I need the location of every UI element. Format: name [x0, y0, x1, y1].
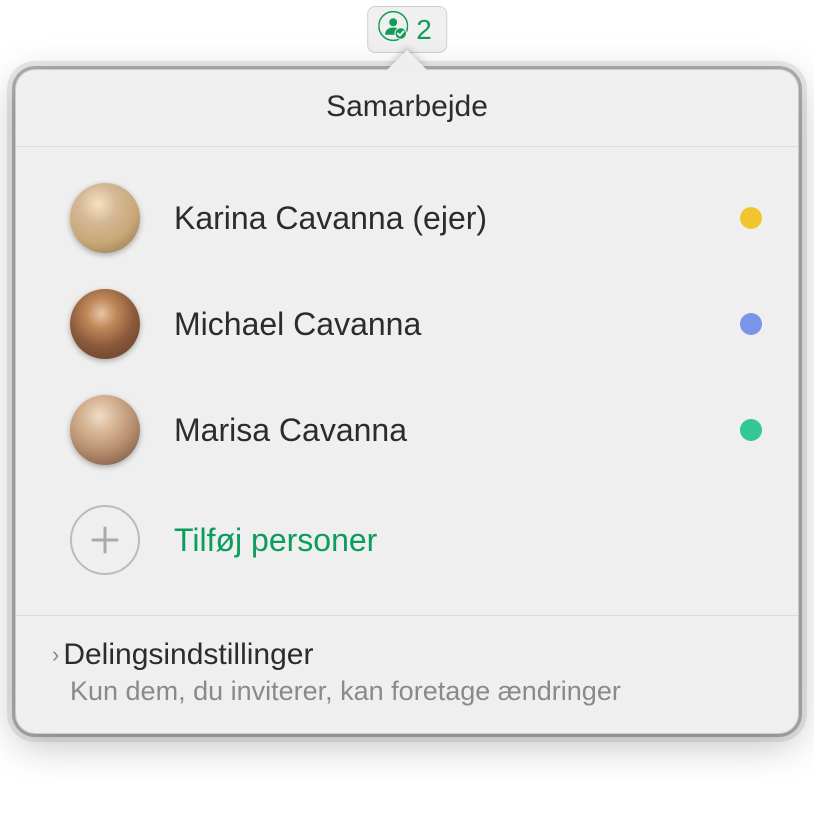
participant-row[interactable]: Michael Cavanna: [70, 271, 762, 377]
popover-arrow: [387, 50, 427, 70]
add-people-button[interactable]: Tilføj personer: [70, 483, 762, 605]
status-dot: [740, 207, 762, 229]
avatar: [70, 183, 140, 253]
sharing-settings-button[interactable]: › Delingsindstillinger Kun dem, du invit…: [16, 615, 798, 733]
avatar: [70, 289, 140, 359]
status-dot: [740, 313, 762, 335]
collaboration-popover: Samarbejde Karina Cavanna (ejer) Michael…: [15, 50, 799, 734]
plus-icon: [70, 505, 140, 575]
add-people-label: Tilføj personer: [174, 522, 377, 559]
participant-list: Karina Cavanna (ejer) Michael Cavanna Ma…: [16, 147, 798, 615]
sharing-settings-title: Delingsindstillinger: [63, 638, 313, 672]
person-check-icon: [378, 11, 408, 48]
status-dot: [740, 419, 762, 441]
participant-name: Karina Cavanna (ejer): [174, 200, 706, 237]
collaboration-trigger-button[interactable]: 2: [367, 6, 447, 53]
participant-row[interactable]: Karina Cavanna (ejer): [70, 165, 762, 271]
participant-row[interactable]: Marisa Cavanna: [70, 377, 762, 483]
participant-name: Marisa Cavanna: [174, 412, 706, 449]
chevron-right-icon: ›: [52, 642, 59, 668]
avatar: [70, 395, 140, 465]
popover-title: Samarbejde: [16, 70, 798, 147]
sharing-settings-subtitle: Kun dem, du inviterer, kan foretage ændr…: [70, 676, 762, 707]
collaboration-count: 2: [416, 14, 432, 46]
participant-name: Michael Cavanna: [174, 306, 706, 343]
